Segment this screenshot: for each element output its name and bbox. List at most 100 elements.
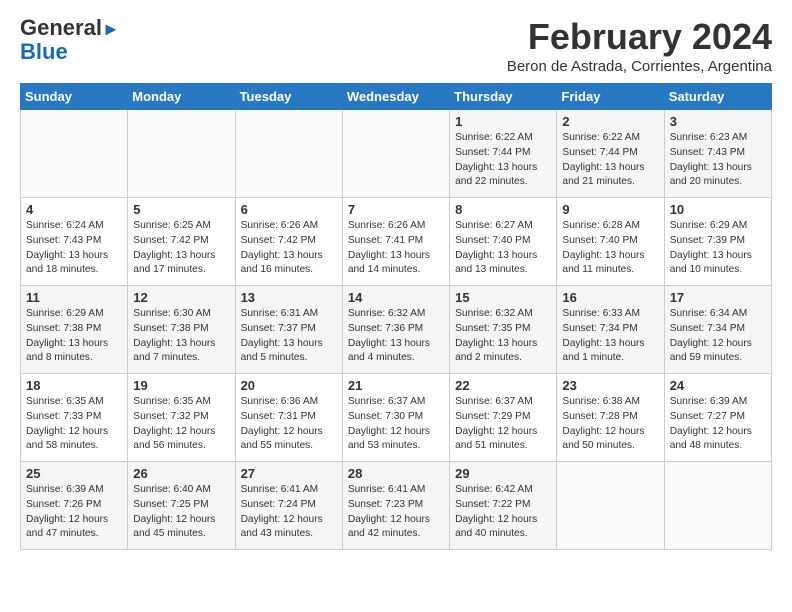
calendar-cell: 9Sunrise: 6:28 AM Sunset: 7:40 PM Daylig… xyxy=(557,198,664,286)
day-number: 18 xyxy=(26,378,122,393)
calendar-cell: 1 Sunrise: 6:22 AM Sunset: 7:44 PM Daylig… xyxy=(450,110,557,198)
calendar-cell xyxy=(21,110,128,198)
day-number: 9 xyxy=(562,202,658,217)
day-number: 12 xyxy=(133,290,229,305)
day-info: Sunrise: 6:32 AM Sunset: 7:35 PM Dayligh… xyxy=(455,307,551,366)
logo-general: General xyxy=(20,15,102,40)
calendar-cell: 3 Sunrise: 6:23 AM Sunset: 7:43 PM Daylig… xyxy=(664,110,771,198)
header-cell-friday: Friday xyxy=(557,84,664,110)
day-number: 13 xyxy=(241,290,337,305)
day-info: Sunrise: 6:22 AM Sunset: 7:44 PM Dayligh… xyxy=(562,131,658,190)
calendar-cell xyxy=(664,462,771,550)
header: General► Blue February 2024 Beron de Ast… xyxy=(20,16,772,75)
day-number: 6 xyxy=(241,202,337,217)
day-number: 4 xyxy=(26,202,122,217)
day-info: Sunrise: 6:35 AM Sunset: 7:32 PM Dayligh… xyxy=(133,395,229,454)
header-cell-tuesday: Tuesday xyxy=(235,84,342,110)
day-info: Sunrise: 6:39 AM Sunset: 7:26 PM Dayligh… xyxy=(26,483,122,542)
day-info: Sunrise: 6:30 AM Sunset: 7:38 PM Dayligh… xyxy=(133,307,229,366)
calendar-cell: 29 Sunrise: 6:42 AM Sunset: 7:22 PM Dayli… xyxy=(450,462,557,550)
calendar-cell: 2 Sunrise: 6:22 AM Sunset: 7:44 PM Daylig… xyxy=(557,110,664,198)
day-number: 23 xyxy=(562,378,658,393)
day-number: 19 xyxy=(133,378,229,393)
day-info: Sunrise: 6:39 AM Sunset: 7:27 PM Dayligh… xyxy=(670,395,766,454)
day-info: Sunrise: 6:24 AM Sunset: 7:43 PM Dayligh… xyxy=(26,219,122,278)
day-info: Sunrise: 6:36 AM Sunset: 7:31 PM Dayligh… xyxy=(241,395,337,454)
day-info: Sunrise: 6:32 AM Sunset: 7:36 PM Dayligh… xyxy=(348,307,444,366)
header-cell-wednesday: Wednesday xyxy=(342,84,449,110)
calendar-cell: 6Sunrise: 6:26 AM Sunset: 7:42 PM Daylig… xyxy=(235,198,342,286)
day-info: Sunrise: 6:34 AM Sunset: 7:34 PM Dayligh… xyxy=(670,307,766,366)
header-cell-sunday: Sunday xyxy=(21,84,128,110)
day-info: Sunrise: 6:37 AM Sunset: 7:29 PM Dayligh… xyxy=(455,395,551,454)
day-number: 7 xyxy=(348,202,444,217)
calendar-cell xyxy=(557,462,664,550)
logo-blue: Blue xyxy=(20,40,68,64)
week-row-4: 18 Sunrise: 6:35 AM Sunset: 7:33 PM Dayli… xyxy=(21,374,772,462)
day-number: 22 xyxy=(455,378,551,393)
calendar-cell: 12 Sunrise: 6:30 AM Sunset: 7:38 PM Dayli… xyxy=(128,286,235,374)
day-number: 2 xyxy=(562,114,658,129)
calendar-table: SundayMondayTuesdayWednesdayThursdayFrid… xyxy=(20,83,772,550)
day-number: 10 xyxy=(670,202,766,217)
month-title: February 2024 xyxy=(507,16,772,58)
day-number: 14 xyxy=(348,290,444,305)
week-row-5: 25 Sunrise: 6:39 AM Sunset: 7:26 PM Dayli… xyxy=(21,462,772,550)
day-info: Sunrise: 6:23 AM Sunset: 7:43 PM Dayligh… xyxy=(670,131,766,190)
logo: General► Blue xyxy=(20,16,120,64)
day-number: 16 xyxy=(562,290,658,305)
day-number: 5 xyxy=(133,202,229,217)
day-number: 25 xyxy=(26,466,122,481)
calendar-cell: 20Sunrise: 6:36 AM Sunset: 7:31 PM Dayli… xyxy=(235,374,342,462)
day-info: Sunrise: 6:29 AM Sunset: 7:39 PM Dayligh… xyxy=(670,219,766,278)
header-row: SundayMondayTuesdayWednesdayThursdayFrid… xyxy=(21,84,772,110)
day-number: 11 xyxy=(26,290,122,305)
week-row-3: 11 Sunrise: 6:29 AM Sunset: 7:38 PM Dayli… xyxy=(21,286,772,374)
day-number: 29 xyxy=(455,466,551,481)
calendar-cell xyxy=(342,110,449,198)
day-info: Sunrise: 6:35 AM Sunset: 7:33 PM Dayligh… xyxy=(26,395,122,454)
calendar-cell: 24Sunrise: 6:39 AM Sunset: 7:27 PM Dayli… xyxy=(664,374,771,462)
header-cell-saturday: Saturday xyxy=(664,84,771,110)
logo-bird-icon: ► xyxy=(102,19,120,39)
day-number: 28 xyxy=(348,466,444,481)
calendar-cell: 27 Sunrise: 6:41 AM Sunset: 7:24 PM Dayli… xyxy=(235,462,342,550)
day-info: Sunrise: 6:42 AM Sunset: 7:22 PM Dayligh… xyxy=(455,483,551,542)
day-info: Sunrise: 6:41 AM Sunset: 7:24 PM Dayligh… xyxy=(241,483,337,542)
day-number: 21 xyxy=(348,378,444,393)
calendar-cell: 19 Sunrise: 6:35 AM Sunset: 7:32 PM Dayli… xyxy=(128,374,235,462)
day-info: Sunrise: 6:25 AM Sunset: 7:42 PM Dayligh… xyxy=(133,219,229,278)
day-number: 3 xyxy=(670,114,766,129)
day-info: Sunrise: 6:40 AM Sunset: 7:25 PM Dayligh… xyxy=(133,483,229,542)
week-row-2: 4 Sunrise: 6:24 AM Sunset: 7:43 PM Daylig… xyxy=(21,198,772,286)
calendar-cell: 18 Sunrise: 6:35 AM Sunset: 7:33 PM Dayli… xyxy=(21,374,128,462)
calendar-cell xyxy=(235,110,342,198)
day-number: 8 xyxy=(455,202,551,217)
calendar-cell: 4 Sunrise: 6:24 AM Sunset: 7:43 PM Daylig… xyxy=(21,198,128,286)
subtitle: Beron de Astrada, Corrientes, Argentina xyxy=(507,58,772,75)
calendar-header: SundayMondayTuesdayWednesdayThursdayFrid… xyxy=(21,84,772,110)
calendar-cell xyxy=(128,110,235,198)
calendar-cell: 8 Sunrise: 6:27 AM Sunset: 7:40 PM Daylig… xyxy=(450,198,557,286)
calendar-cell: 14 Sunrise: 6:32 AM Sunset: 7:36 PM Dayli… xyxy=(342,286,449,374)
calendar-cell: 7 Sunrise: 6:26 AM Sunset: 7:41 PM Daylig… xyxy=(342,198,449,286)
calendar-cell: 17 Sunrise: 6:34 AM Sunset: 7:34 PM Dayli… xyxy=(664,286,771,374)
calendar-cell: 16 Sunrise: 6:33 AM Sunset: 7:34 PM Dayli… xyxy=(557,286,664,374)
calendar-cell: 23Sunrise: 6:38 AM Sunset: 7:28 PM Dayli… xyxy=(557,374,664,462)
calendar-cell: 13Sunrise: 6:31 AM Sunset: 7:37 PM Dayli… xyxy=(235,286,342,374)
calendar-cell: 5 Sunrise: 6:25 AM Sunset: 7:42 PM Daylig… xyxy=(128,198,235,286)
day-number: 1 xyxy=(455,114,551,129)
day-info: Sunrise: 6:33 AM Sunset: 7:34 PM Dayligh… xyxy=(562,307,658,366)
day-info: Sunrise: 6:26 AM Sunset: 7:41 PM Dayligh… xyxy=(348,219,444,278)
day-number: 17 xyxy=(670,290,766,305)
calendar-cell: 11 Sunrise: 6:29 AM Sunset: 7:38 PM Dayli… xyxy=(21,286,128,374)
calendar-cell: 15Sunrise: 6:32 AM Sunset: 7:35 PM Dayli… xyxy=(450,286,557,374)
calendar-cell: 21Sunrise: 6:37 AM Sunset: 7:30 PM Dayli… xyxy=(342,374,449,462)
day-info: Sunrise: 6:22 AM Sunset: 7:44 PM Dayligh… xyxy=(455,131,551,190)
day-number: 27 xyxy=(241,466,337,481)
calendar-cell: 10 Sunrise: 6:29 AM Sunset: 7:39 PM Dayli… xyxy=(664,198,771,286)
day-info: Sunrise: 6:41 AM Sunset: 7:23 PM Dayligh… xyxy=(348,483,444,542)
day-info: Sunrise: 6:29 AM Sunset: 7:38 PM Dayligh… xyxy=(26,307,122,366)
day-info: Sunrise: 6:27 AM Sunset: 7:40 PM Dayligh… xyxy=(455,219,551,278)
calendar-cell: 26Sunrise: 6:40 AM Sunset: 7:25 PM Dayli… xyxy=(128,462,235,550)
